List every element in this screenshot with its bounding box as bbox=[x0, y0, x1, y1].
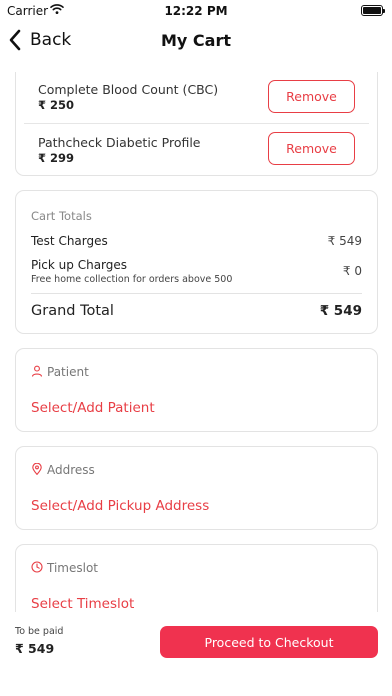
to-be-paid-amount: ₹ 549 bbox=[15, 641, 55, 656]
clock-time: 12:22 PM bbox=[164, 4, 228, 18]
checkout-bar: To be paid ₹ 549 Proceed to Checkout bbox=[0, 612, 392, 696]
patient-heading: Patient bbox=[47, 365, 89, 379]
grand-total-label: Grand Total bbox=[31, 303, 114, 319]
cart-item: Pathcheck Diabetic Profile ₹ 299 Remove bbox=[24, 125, 369, 177]
divider bbox=[31, 293, 362, 294]
pickup-charges-label: Pick up Charges bbox=[31, 258, 128, 272]
select-timeslot-link[interactable]: Select Timeslot bbox=[31, 596, 134, 612]
pickup-charges-note: Free home collection for orders above 50… bbox=[31, 274, 233, 285]
select-patient-link[interactable]: Select/Add Patient bbox=[31, 400, 155, 416]
remove-button[interactable]: Remove bbox=[268, 132, 355, 165]
cart-items-card: Complete Blood Count (CBC) ₹ 250 Remove … bbox=[15, 72, 378, 176]
person-icon bbox=[31, 365, 43, 377]
proceed-to-checkout-button[interactable]: Proceed to Checkout bbox=[160, 626, 378, 658]
to-be-paid-label: To be paid bbox=[15, 626, 64, 637]
pickup-charges-value: ₹ 0 bbox=[342, 264, 362, 278]
clock-icon bbox=[31, 561, 43, 573]
navigation-bar: Back My Cart bbox=[0, 22, 392, 62]
test-charges-label: Test Charges bbox=[31, 234, 108, 248]
location-pin-icon bbox=[32, 463, 42, 475]
cart-totals-card: Cart Totals Test Charges ₹ 549 Pick up C… bbox=[15, 190, 378, 334]
page-title: My Cart bbox=[161, 31, 231, 50]
remove-button[interactable]: Remove bbox=[268, 80, 355, 113]
battery-icon bbox=[361, 5, 385, 16]
status-bar: Carrier 12:22 PM bbox=[0, 0, 392, 22]
select-address-link[interactable]: Select/Add Pickup Address bbox=[31, 498, 209, 514]
address-heading: Address bbox=[47, 463, 95, 477]
item-name: Pathcheck Diabetic Profile bbox=[38, 135, 201, 150]
item-price: ₹ 299 bbox=[38, 151, 75, 165]
cart-totals-heading: Cart Totals bbox=[31, 209, 92, 223]
test-charges-value: ₹ 549 bbox=[327, 234, 362, 248]
timeslot-heading: Timeslot bbox=[47, 561, 98, 575]
address-card[interactable]: Address Select/Add Pickup Address bbox=[15, 446, 378, 530]
item-name: Complete Blood Count (CBC) bbox=[38, 82, 219, 97]
item-price: ₹ 250 bbox=[38, 98, 75, 112]
cart-item: Complete Blood Count (CBC) ₹ 250 Remove bbox=[24, 72, 369, 124]
patient-card[interactable]: Patient Select/Add Patient bbox=[15, 348, 378, 432]
grand-total-value: ₹ 549 bbox=[319, 303, 362, 319]
